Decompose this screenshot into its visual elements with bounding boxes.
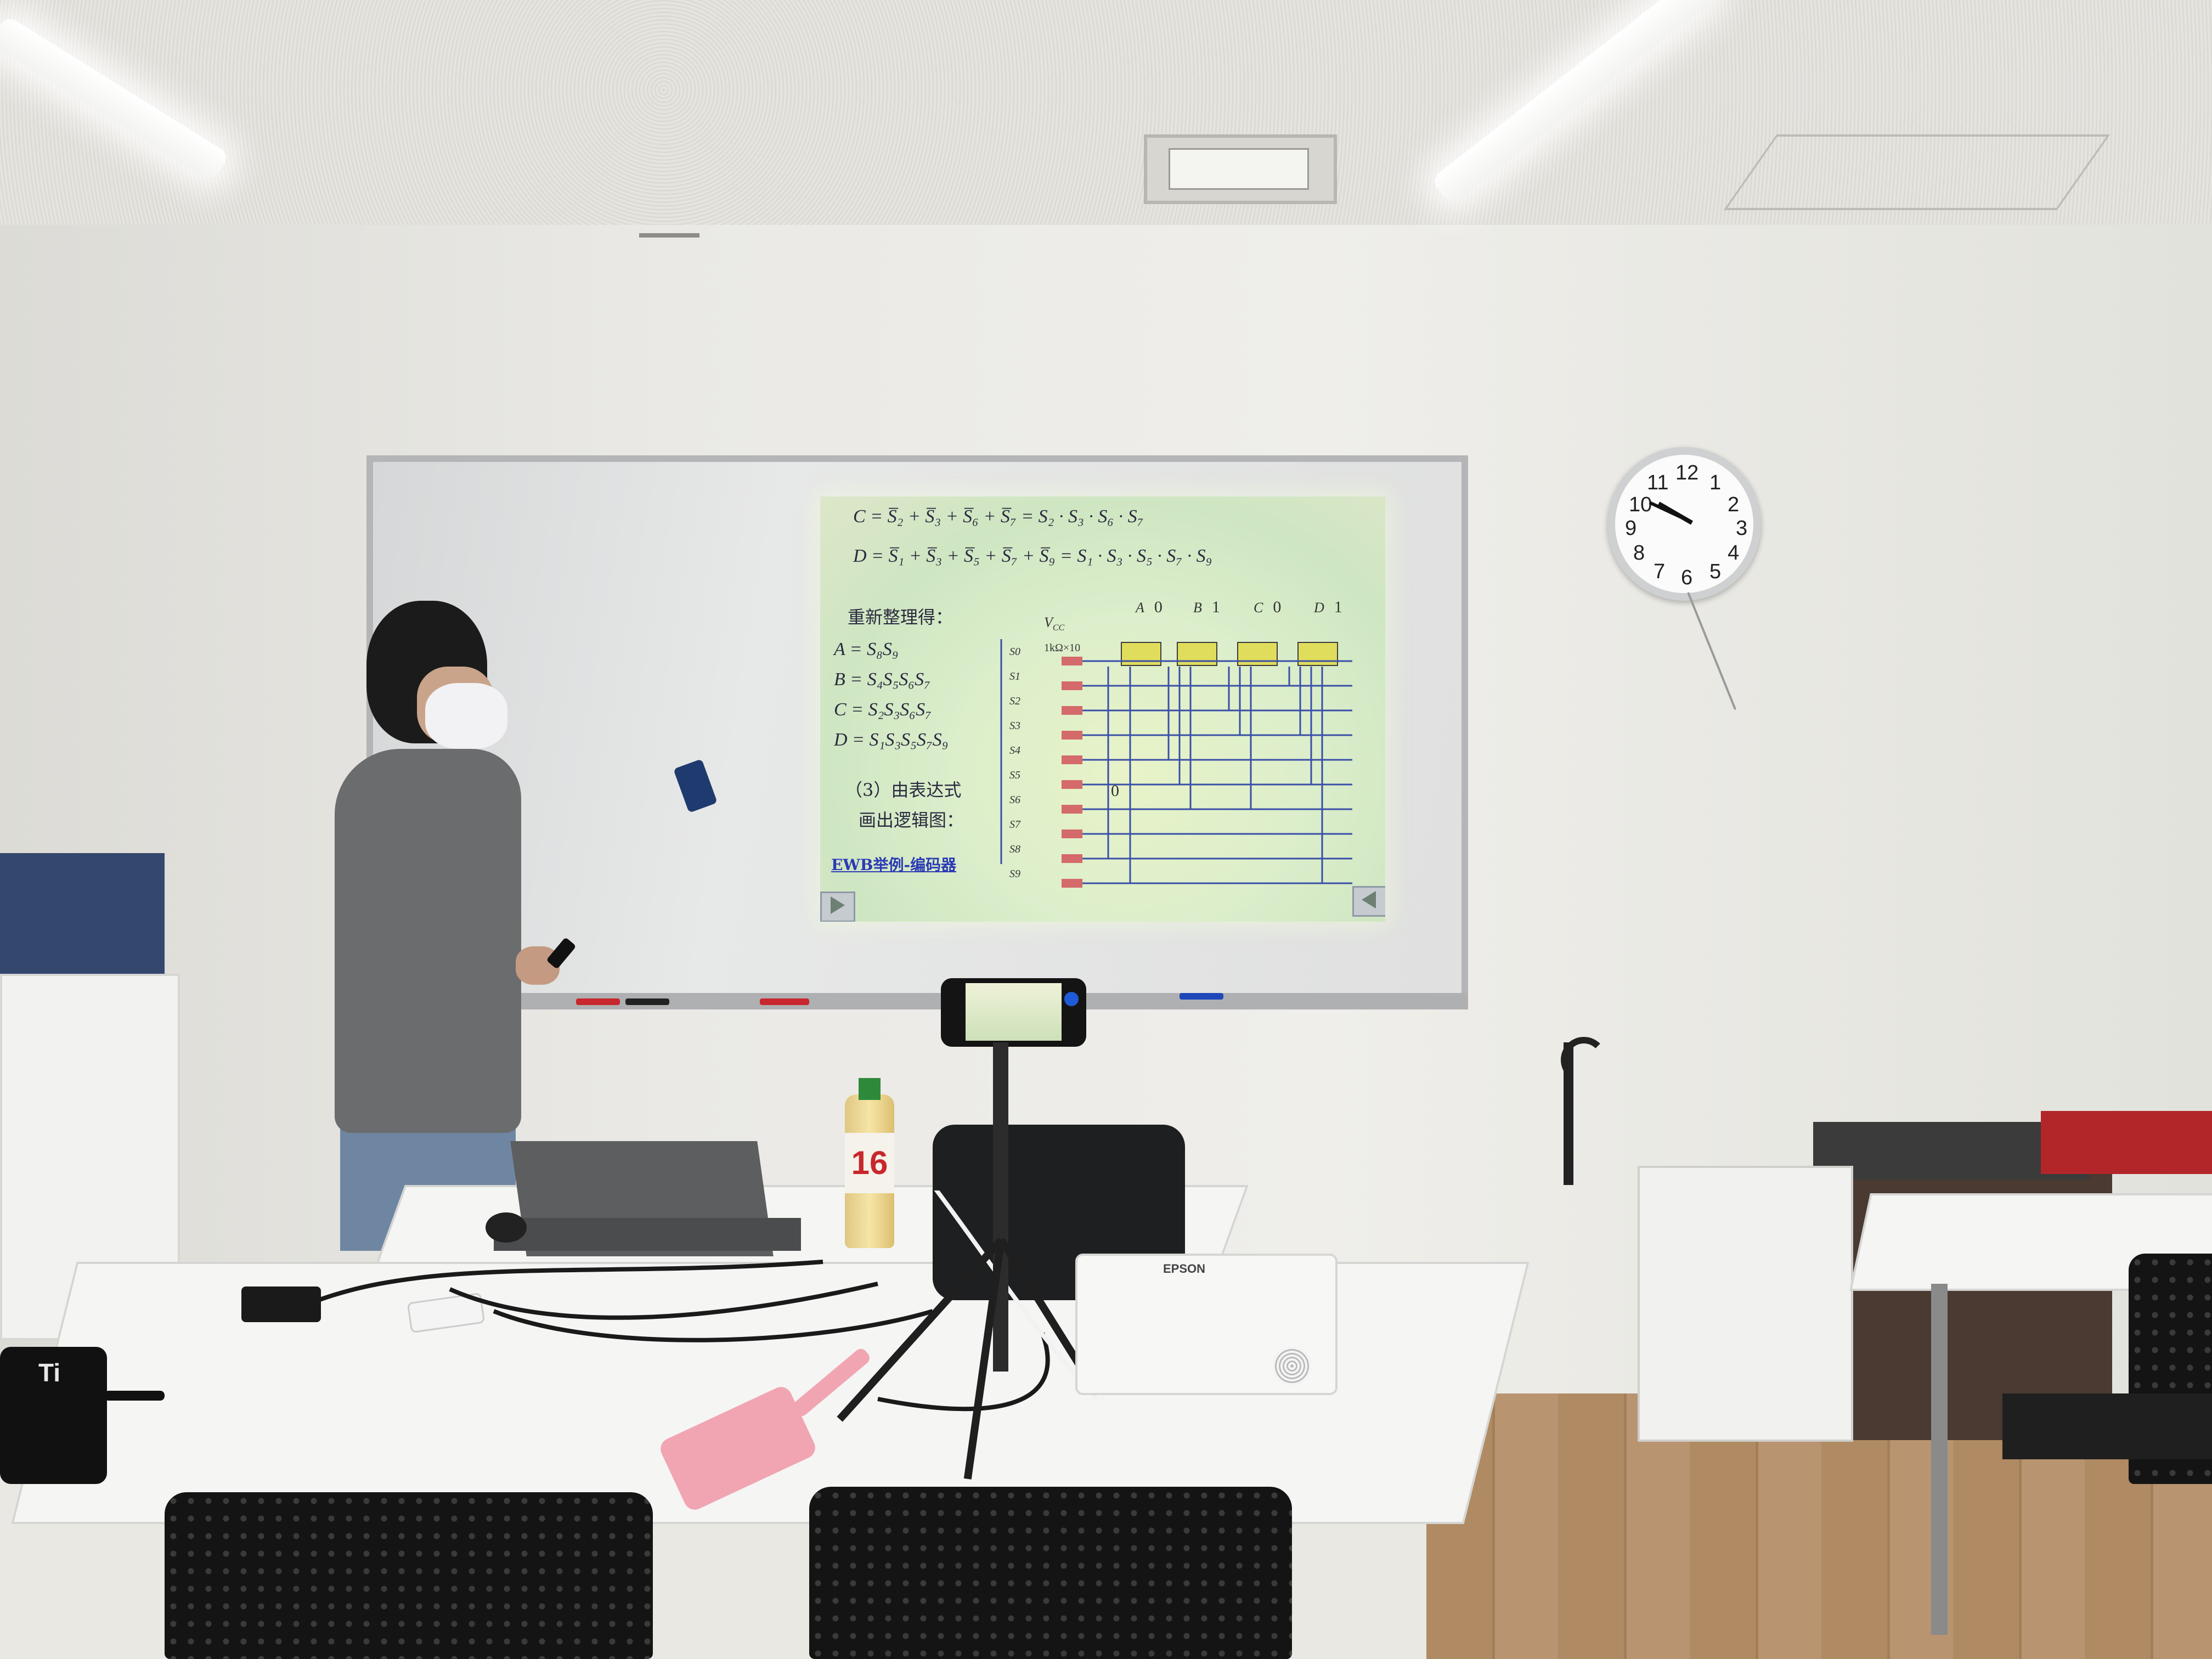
bottle-label-number: 16 xyxy=(851,1144,888,1181)
slide-equation-c: C = S̅₂ + S̅₃ + S̅₆ + S̅₇ = S₂ · S₃ · S₆… xyxy=(853,506,1144,527)
switch-label-s3: S3 xyxy=(1009,720,1020,732)
projector-brand: EPSON xyxy=(1163,1262,1206,1276)
wall-clock: 12 1 2 3 4 5 6 7 8 9 10 11 xyxy=(1607,447,1761,601)
clock-number-1: 1 xyxy=(1709,471,1722,494)
trash-bin-red xyxy=(2041,1111,2212,1174)
storage-box xyxy=(0,853,165,974)
circuit-wiring xyxy=(1000,639,1352,884)
right-desk-leg xyxy=(1931,1284,1948,1635)
switch-label-s4: S4 xyxy=(1009,744,1020,757)
switch-label-s1: S1 xyxy=(1009,670,1020,682)
bottle-label: 16 xyxy=(845,1133,894,1193)
slide-expression-b: B = S₄S₅S₆S₇ xyxy=(834,669,930,690)
clock-number-8: 8 xyxy=(1633,541,1645,565)
resistor-8 xyxy=(1062,854,1082,863)
slide-equation-d: D = S̅₁ + S̅₃ + S̅₅ + S̅₇ + S̅₉ = S₁ · S… xyxy=(853,546,1212,566)
slide-expression-d: D = S₁S₃S₅S₇S₉ xyxy=(834,730,949,750)
phone-camera-icon xyxy=(1064,992,1079,1006)
ceiling-sprinkler xyxy=(639,233,699,254)
tripod-pole xyxy=(993,1042,1008,1372)
resistor-4 xyxy=(1062,755,1082,764)
resistor-3 xyxy=(1062,731,1082,740)
switch-label-s5: S5 xyxy=(1009,769,1020,781)
sharpener-brand: Ti xyxy=(38,1358,61,1387)
clock-number-11: 11 xyxy=(1647,471,1669,494)
switch-label-s0: S0 xyxy=(1009,646,1020,658)
clock-number-12: 12 xyxy=(1675,461,1699,484)
marker-red[interactable] xyxy=(576,998,620,1005)
clock-number-6: 6 xyxy=(1681,566,1693,589)
resistor-1 xyxy=(1062,681,1082,690)
resistor-0 xyxy=(1062,657,1082,665)
resistor-6 xyxy=(1062,805,1082,814)
clock-number-10: 10 xyxy=(1629,493,1652,516)
whiteboard-tray xyxy=(366,993,1468,1009)
back-arrow-icon xyxy=(1362,891,1376,909)
resistor-5 xyxy=(1062,780,1082,789)
output-label-a: A 0 xyxy=(1136,598,1163,616)
projected-slide: C = S̅₂ + S̅₃ + S̅₆ + S̅₇ = S₂ · S₃ · S₆… xyxy=(820,496,1385,922)
slide-heading: 重新整理得： xyxy=(848,607,953,628)
ceiling-hatch xyxy=(1723,134,2111,210)
clock-number-7: 7 xyxy=(1654,560,1666,583)
presenter-mask xyxy=(425,683,507,749)
play-icon xyxy=(831,896,845,914)
circuit-vcc-label: VCC xyxy=(1044,614,1065,633)
clock-number-2: 2 xyxy=(1728,493,1740,516)
resistor-2 xyxy=(1062,706,1082,715)
chair-right-seat xyxy=(2002,1393,2212,1459)
switch-value-label: 0 xyxy=(1111,782,1119,800)
switch-label-s2: S2 xyxy=(1009,695,1020,707)
desk-cables xyxy=(317,1190,1097,1412)
clock-number-3: 3 xyxy=(1736,517,1748,540)
output-label-c: C 0 xyxy=(1254,598,1282,616)
output-label-d: D 1 xyxy=(1314,598,1342,616)
marker-black[interactable] xyxy=(625,998,669,1005)
switch-label-s6: S6 xyxy=(1009,794,1020,806)
output-label-b: B 1 xyxy=(1193,598,1220,616)
marker-blue[interactable] xyxy=(1180,993,1223,1000)
sharpener-crank xyxy=(104,1391,165,1401)
slide-step-line-2: 画出逻辑图： xyxy=(859,810,964,831)
bottle-cap xyxy=(859,1078,881,1100)
slide-prev-button[interactable] xyxy=(820,891,855,922)
slide-expression-a: A = S₈S₉ xyxy=(834,639,899,659)
switch-label-s7: S7 xyxy=(1009,819,1020,831)
chair-front-left xyxy=(165,1492,653,1659)
phone-screen-preview xyxy=(966,983,1062,1041)
umbrella xyxy=(1564,1042,1573,1185)
resistor-9 xyxy=(1062,879,1082,888)
clock-number-5: 5 xyxy=(1709,560,1722,583)
air-vent-grille xyxy=(1169,148,1309,190)
slide-back-button[interactable] xyxy=(1352,886,1385,917)
chair-front-center xyxy=(809,1487,1292,1659)
switch-label-s8: S8 xyxy=(1009,843,1020,855)
resistor-7 xyxy=(1062,830,1082,838)
trash-bin-white xyxy=(1638,1166,1853,1442)
clock-minute-hand xyxy=(1649,501,1693,524)
marker-red-2[interactable] xyxy=(760,998,809,1005)
slide-expression-c: C = S₂S₃S₆S₇ xyxy=(834,699,932,720)
clock-number-4: 4 xyxy=(1728,541,1740,565)
slide-step-line-1: （3）由表达式 xyxy=(845,780,962,800)
switch-label-s9: S9 xyxy=(1009,868,1020,880)
presenter-shirt xyxy=(335,749,521,1133)
projector-speaker-grille xyxy=(1273,1347,1311,1385)
clock-number-9: 9 xyxy=(1625,517,1637,540)
slide-hyperlink[interactable]: EWB举例-编码器 xyxy=(831,853,956,875)
